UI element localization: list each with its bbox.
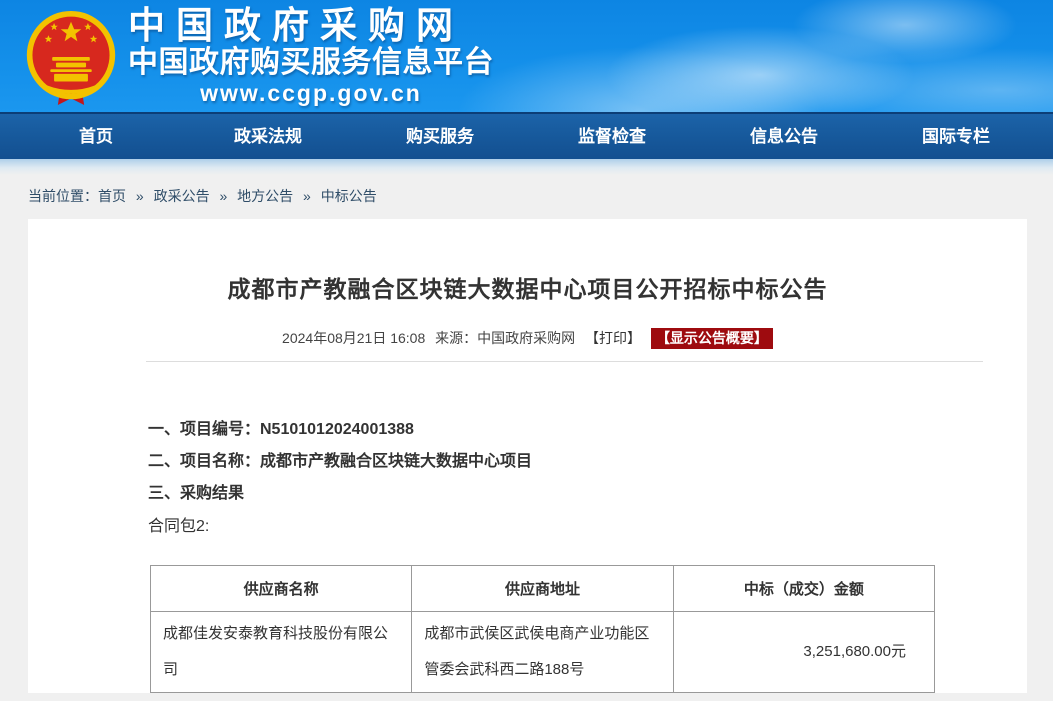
site-logo[interactable]: 中国政府采购网 中国政府购买服务信息平台 www.ccgp.gov.cn: [24, 6, 494, 107]
breadcrumb-separator: »: [303, 188, 311, 204]
brand-text: 中国政府采购网 中国政府购买服务信息平台 www.ccgp.gov.cn: [128, 6, 494, 107]
nav-item-announcements[interactable]: 信息公告: [698, 114, 870, 159]
publish-datetime: 2024年08月21日 16:08: [282, 330, 425, 346]
nav-item-home[interactable]: 首页: [10, 114, 182, 159]
breadcrumb-item-local-announcements[interactable]: 地方公告: [237, 188, 293, 204]
breadcrumb-prefix: 当前位置：: [28, 188, 98, 204]
article-meta: 2024年08月21日 16:08 来源：中国政府采购网 【打印】 【显示公告概…: [28, 328, 1027, 348]
table-row: 成都佳发安泰教育科技股份有限公司 成都市武侯区武侯电商产业功能区管委会武科西二路…: [151, 612, 935, 693]
column-header-award-amount: 中标（成交）金额: [673, 566, 934, 612]
main-nav: 首页 政采法规 购买服务 监督检查 信息公告 国际专栏: [0, 112, 1053, 159]
article-body: 一、项目编号：N5101012024001388 二、项目名称：成都市产教融合区…: [148, 414, 1027, 543]
breadcrumb-item-award-announcements[interactable]: 中标公告: [321, 188, 377, 204]
breadcrumb-separator: »: [219, 188, 227, 204]
nav-shadow-fade: [0, 159, 1053, 175]
table-header-row: 供应商名称 供应商地址 中标（成交）金额: [151, 566, 935, 612]
announcement-content: 成都市产教融合区块链大数据中心项目公开招标中标公告 2024年08月21日 16…: [28, 219, 1027, 693]
nav-item-international[interactable]: 国际专栏: [870, 114, 1042, 159]
nav-item-supervision[interactable]: 监督检查: [526, 114, 698, 159]
site-subtitle: 中国政府购买服务信息平台: [128, 46, 494, 80]
breadcrumb-item-procurement-announcements[interactable]: 政采公告: [154, 188, 210, 204]
breadcrumb-item-home[interactable]: 首页: [98, 188, 126, 204]
column-header-supplier-address: 供应商地址: [412, 566, 673, 612]
project-number-line: 一、项目编号：N5101012024001388: [148, 414, 1027, 446]
breadcrumb-separator: »: [136, 188, 144, 204]
award-amount-cell: 3,251,680.00元: [673, 612, 934, 693]
supplier-name-cell: 成都佳发安泰教育科技股份有限公司: [151, 612, 412, 693]
contract-package-line: 合同包2:: [148, 511, 1027, 543]
site-url: www.ccgp.gov.cn: [128, 80, 494, 107]
site-header: 中国政府采购网 中国政府购买服务信息平台 www.ccgp.gov.cn: [0, 0, 1053, 112]
national-emblem-icon: [24, 8, 118, 106]
project-name-line: 二、项目名称：成都市产教融合区块链大数据中心项目: [148, 446, 1027, 478]
meta-divider: [146, 361, 983, 362]
page-title: 成都市产教融合区块链大数据中心项目公开招标中标公告: [28, 270, 1027, 304]
award-result-table: 供应商名称 供应商地址 中标（成交）金额 成都佳发安泰教育科技股份有限公司 成都…: [150, 565, 935, 693]
procurement-result-line: 三、采购结果: [148, 478, 1027, 510]
print-button[interactable]: 【打印】: [585, 330, 641, 346]
page: 中国政府采购网 中国政府购买服务信息平台 www.ccgp.gov.cn 首页 …: [0, 0, 1053, 693]
column-header-supplier-name: 供应商名称: [151, 566, 412, 612]
breadcrumb: 当前位置：首页 » 政采公告 » 地方公告 » 中标公告: [28, 186, 1053, 206]
nav-item-regulations[interactable]: 政采法规: [182, 114, 354, 159]
source-label: 来源：中国政府采购网: [435, 330, 575, 346]
show-summary-button[interactable]: 【显示公告概要】: [651, 328, 773, 349]
nav-item-purchase-services[interactable]: 购买服务: [354, 114, 526, 159]
supplier-address-cell: 成都市武侯区武侯电商产业功能区管委会武科西二路188号: [412, 612, 673, 693]
site-name: 中国政府采购网: [128, 6, 494, 46]
